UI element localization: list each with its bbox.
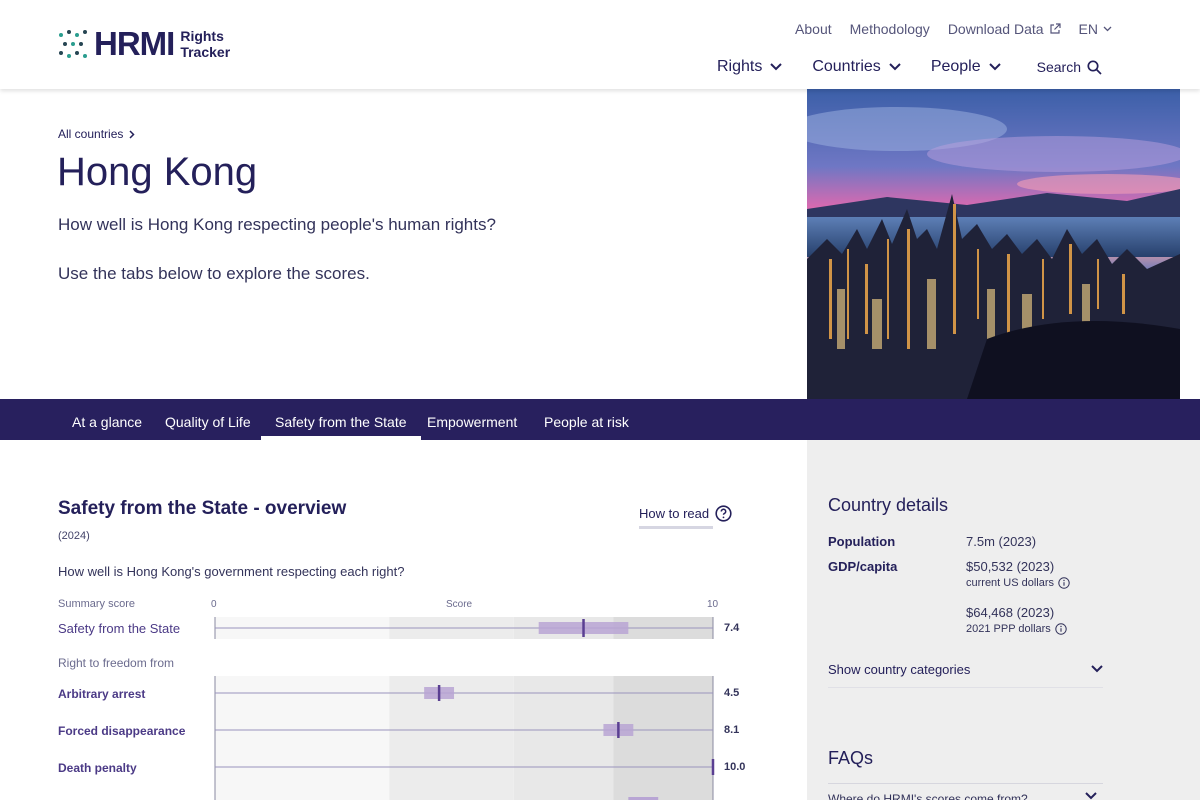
language-select[interactable]: EN (1079, 21, 1112, 37)
gdp-value-usd: $50,532 (2023) (966, 559, 1055, 574)
nav-search[interactable]: Search (1037, 58, 1102, 76)
population-value: 7.5m (2023) (966, 534, 1037, 549)
site-header: HRMI Rights Tracker About Methodology Do… (0, 0, 1200, 89)
logo-dots-icon (58, 29, 88, 59)
chevron-down-icon (988, 63, 1001, 71)
gdp-note-usd: current US dollars (966, 577, 1070, 589)
language-label: EN (1078, 21, 1098, 37)
chevron-down-icon[interactable] (1085, 792, 1097, 800)
nav-rights-label: Rights (716, 58, 763, 75)
chevron-down-icon (889, 63, 901, 71)
score-band-1-3 (613, 676, 713, 800)
nav-search-label: Search (1036, 59, 1081, 75)
hong-kong-skyline-image (807, 89, 1180, 399)
nav-countries[interactable]: Countries (812, 58, 901, 76)
external-link-icon (1049, 23, 1061, 34)
faq-question[interactable]: Where do HRMI's scores come from? (828, 792, 1028, 800)
nav-rights[interactable]: Rights (716, 58, 783, 76)
main-nav: Rights Countries People Search (717, 58, 1102, 76)
gdp-note-ppp: 2021 PPP dollars (966, 623, 1067, 635)
download-data-label: Download Data (947, 21, 1044, 37)
country-details-title: Country details (828, 495, 949, 515)
nav-countries-label: Countries (812, 58, 881, 75)
safety-overview-chart (214, 617, 715, 800)
top-links: About Methodology Download Data EN (795, 21, 1112, 37)
logo-subtitle-line1: Rights (180, 28, 224, 44)
search-icon (1087, 59, 1102, 75)
nav-people-label: People (930, 58, 981, 75)
country-details-panel: Country details Population 7.5m (2023) G… (807, 440, 1200, 800)
gdp-note-usd-text: current US dollars (966, 577, 1055, 589)
chevron-down-icon[interactable] (1091, 665, 1103, 673)
faq-divider (828, 783, 1103, 784)
info-icon[interactable] (1058, 577, 1070, 589)
logo-wordmark: HRMI (94, 25, 175, 62)
score-band-1-2 (513, 676, 614, 800)
gdp-value-ppp: $64,468 (2023) (966, 605, 1055, 620)
score-band-1-0 (215, 676, 390, 800)
gdp-note-ppp-text: 2021 PPP dollars (966, 623, 1051, 635)
chevron-down-icon (1103, 26, 1112, 32)
info-icon[interactable] (1055, 623, 1067, 635)
show-country-categories[interactable]: Show country categories (828, 662, 1103, 688)
chevron-down-icon (770, 63, 783, 71)
nav-people[interactable]: People (931, 58, 1001, 76)
download-data-link[interactable]: Download Data (948, 21, 1061, 37)
methodology-link[interactable]: Methodology (850, 21, 930, 37)
hrmi-logo[interactable]: HRMI Rights Tracker (58, 25, 230, 62)
faqs-title: FAQs (828, 748, 874, 768)
population-label: Population (828, 534, 896, 549)
about-link[interactable]: About (795, 21, 832, 37)
gdp-label: GDP/capita (828, 559, 898, 574)
logo-subtitle-line2: Tracker (180, 44, 231, 60)
logo-subtitle: Rights Tracker (180, 28, 230, 60)
